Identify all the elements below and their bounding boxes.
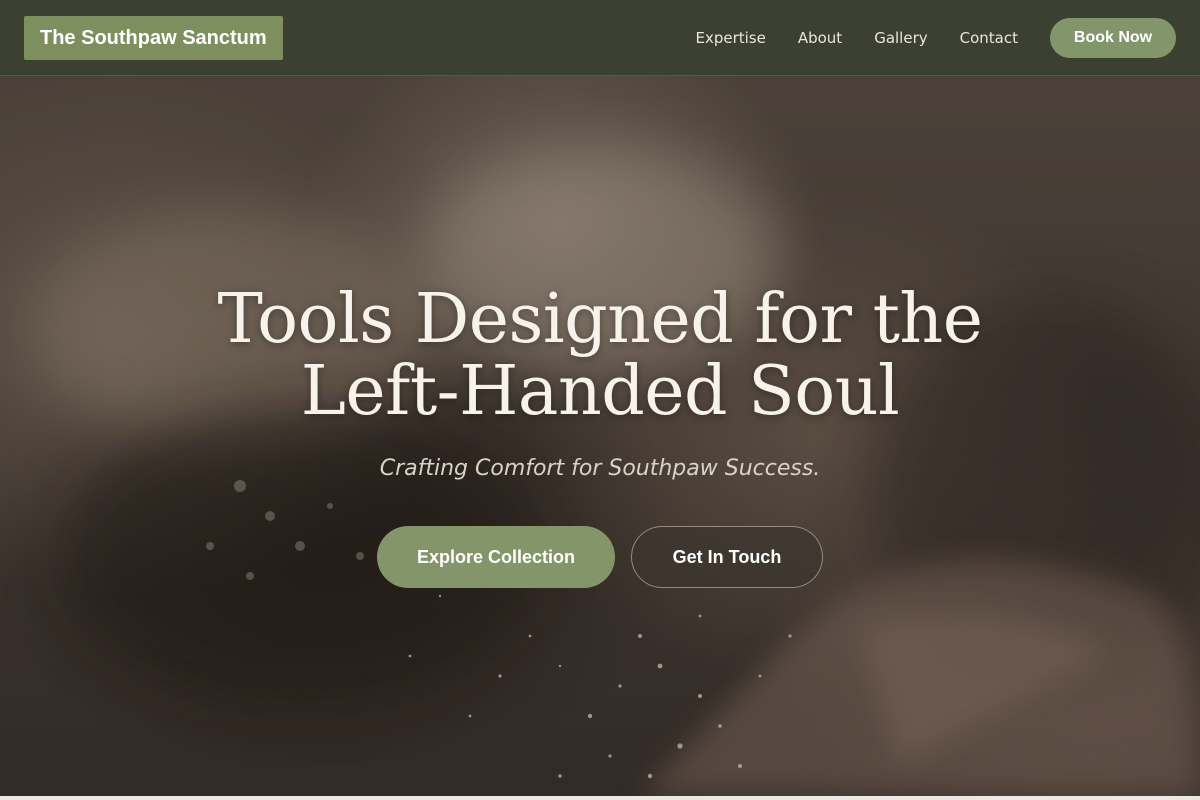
nav-link-about[interactable]: About: [798, 29, 842, 47]
hero-button-row: Explore Collection Get In Touch: [0, 526, 1200, 588]
top-navbar: The Southpaw Sanctum Expertise About Gal…: [0, 0, 1200, 76]
nav-menu: Expertise About Gallery Contact Book Now: [695, 17, 1176, 58]
hero-subtitle: Crafting Comfort for Southpaw Success.: [379, 456, 821, 481]
hero-title: Tools Designed for the Left-Handed Soul: [0, 284, 1200, 428]
brand-logo[interactable]: The Southpaw Sanctum: [24, 15, 283, 60]
book-now-button[interactable]: Book Now: [1050, 17, 1176, 58]
hero-title-line-2: Left-Handed Soul: [300, 352, 900, 431]
nav-link-gallery[interactable]: Gallery: [874, 29, 927, 47]
nav-link-expertise[interactable]: Expertise: [695, 29, 765, 47]
get-in-touch-button[interactable]: Get In Touch: [631, 526, 823, 588]
hero-title-line-1: Tools Designed for the: [217, 280, 983, 359]
explore-collection-button[interactable]: Explore Collection: [377, 526, 615, 588]
nav-link-contact[interactable]: Contact: [960, 29, 1018, 47]
next-section-edge: [0, 796, 1200, 800]
hero-content: Tools Designed for the Left-Handed Soul …: [0, 76, 1200, 796]
hero-section: Tools Designed for the Left-Handed Soul …: [0, 76, 1200, 796]
